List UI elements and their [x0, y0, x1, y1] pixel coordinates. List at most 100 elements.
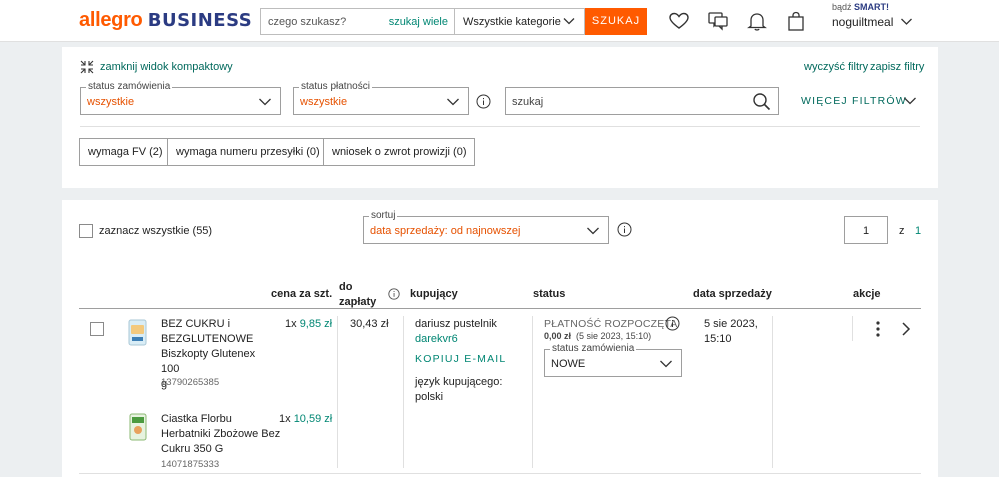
select-all-label: zaznacz wszystkie (55) [99, 225, 213, 237]
copy-email-button[interactable]: KOPIUJ E-MAIL [415, 353, 506, 365]
messages-icon[interactable] [707, 10, 729, 32]
payment-status-value: wszystkie [300, 96, 348, 108]
sale-date-line1: 5 sie 2023, [704, 318, 758, 330]
page-current: 1 [862, 225, 870, 237]
column-divider [772, 316, 773, 468]
item-unit-price-1: 9,85 zł [299, 318, 333, 330]
product-thumbnail-2[interactable] [129, 413, 147, 441]
item-price-1: 1x 9,85 zł [285, 317, 332, 332]
order-status-row-label: status zamówienia [550, 343, 637, 354]
item-price-2: 1x 10,59 zł [279, 412, 332, 427]
item-qty-2: 1x [279, 413, 291, 425]
payment-status-label: status płatności [299, 81, 372, 92]
page-total-link[interactable]: 1 [915, 224, 921, 239]
page-number-input[interactable]: 1 [844, 216, 888, 244]
column-divider [852, 316, 853, 341]
chevron-down-icon [587, 227, 599, 235]
buyer-login-link[interactable]: darekvr6 [415, 332, 458, 347]
clear-filters-link[interactable]: wyczyść filtry [804, 61, 868, 73]
save-filters-link[interactable]: zapisz filtry [870, 61, 924, 73]
info-icon[interactable] [617, 222, 632, 237]
item-unit-price-2: 10,59 zł [293, 413, 333, 425]
search-many-link[interactable]: szukaj wiele [389, 16, 448, 28]
product-id-1: 13790265385 [161, 377, 220, 388]
sale-date-line2: 15:10 [704, 333, 732, 345]
select-all-checkbox[interactable] [79, 224, 93, 238]
product-name-1-line1: BEZ CUKRU i [161, 318, 231, 330]
search-icon[interactable] [752, 92, 771, 111]
smart-prefix: bądź [832, 2, 852, 12]
chevron-down-icon [563, 18, 575, 25]
row-divider [79, 473, 921, 474]
heart-icon[interactable] [668, 10, 690, 32]
top-header: allegro BUSINESS czego szukasz? szukaj w… [0, 0, 999, 42]
smart-promo[interactable]: bądź SMART! [832, 2, 889, 12]
more-filters-button[interactable]: WIĘCEJ FILTRÓW [801, 95, 907, 107]
search-placeholder: czego szukasz? [268, 16, 347, 28]
product-name-1-line2: BEZGLUTENOWE [161, 333, 254, 345]
logo-business-text: BUSINESS [147, 10, 253, 31]
product-thumbnail-1[interactable] [128, 319, 147, 346]
product-name-2-line1: Ciastka Florbu [161, 413, 232, 425]
logo-allegro-text: allegro [79, 9, 143, 31]
payment-status-text: PŁATNOŚĆ ROZPOCZĘTA [544, 318, 678, 330]
cart-bag-icon[interactable] [785, 10, 807, 32]
filter-search-input[interactable]: szukaj [505, 87, 779, 115]
page-of-label: z [899, 225, 905, 237]
smart-label: SMART! [854, 2, 890, 12]
search-button[interactable]: SZUKAJ [585, 8, 647, 35]
username[interactable]: noguiltmeal [832, 15, 893, 29]
search-input[interactable]: czego szukasz? szukaj wiele [260, 8, 454, 35]
sort-select[interactable]: sortuj data sprzedaży: od najnowszej [363, 210, 609, 244]
allegro-business-logo[interactable]: allegro BUSINESS [79, 9, 252, 32]
order-status-select[interactable]: status zamówienia wszystkie [80, 81, 281, 115]
payment-amount-line: 0,00 zł (5 sie 2023, 15:10) [544, 331, 651, 341]
filters-divider [80, 126, 920, 127]
filters-panel: zamknij widok kompaktowy wyczyść filtry … [62, 47, 938, 188]
chip-commission-refund[interactable]: wniosek o zwrot prowizji (0) [323, 138, 476, 166]
item-qty-1: 1x [285, 318, 297, 330]
column-divider [532, 316, 533, 468]
bell-icon[interactable] [746, 10, 768, 32]
chevron-down-icon [259, 98, 271, 106]
payment-status-select[interactable]: status płatności wszystkie [293, 81, 469, 115]
column-buyer: kupujący [410, 288, 458, 300]
buyer-language-value: polski [415, 391, 444, 403]
more-actions-icon[interactable] [872, 320, 884, 338]
order-status-row-value: NOWE [551, 358, 586, 370]
filter-search-placeholder: szukaj [512, 96, 544, 108]
payment-date: (5 sie 2023, 15:10) [576, 331, 652, 341]
product-name-1-line3: Biszkopty Glutenex 100 [161, 348, 256, 375]
column-to-pay: do zapłaty [339, 280, 376, 310]
product-name-2-line2: Herbatniki Zbożowe Bez [161, 428, 281, 440]
order-row-checkbox[interactable] [90, 322, 104, 336]
info-icon[interactable] [476, 94, 491, 109]
buyer-language-label: język kupującego: [415, 376, 503, 388]
order-status-row-select[interactable]: status zamówienia NOWE [544, 343, 682, 377]
column-divider [337, 316, 338, 468]
column-divider [403, 316, 404, 468]
orders-panel: zaznacz wszystkie (55) sortuj data sprze… [62, 200, 938, 477]
sort-value: data sprzedaży: od najnowszej [370, 225, 521, 237]
column-status: status [533, 288, 566, 300]
product-name-2[interactable]: Ciastka Florbu Herbatniki Zbożowe Bez Cu… [161, 412, 281, 457]
sort-label: sortuj [369, 210, 398, 221]
chevron-down-icon [447, 98, 459, 106]
user-menu-chevron-icon[interactable] [900, 15, 913, 28]
column-sale-date: data sprzedaży [693, 288, 772, 300]
chip-requires-tracking[interactable]: wymaga numeru przesyłki (0) [167, 138, 329, 166]
collapse-icon[interactable] [80, 60, 94, 74]
info-icon[interactable] [665, 316, 680, 331]
order-status-label: status zamówienia [86, 81, 173, 92]
collapse-compact-link[interactable]: zamknij widok kompaktowy [100, 61, 233, 73]
column-to-pay-line1: do [339, 281, 353, 293]
chevron-down-icon[interactable] [903, 94, 917, 108]
info-icon[interactable] [388, 288, 400, 300]
chip-requires-invoice[interactable]: wymaga FV (2) [79, 138, 172, 166]
column-to-pay-line2: zapłaty [339, 296, 377, 308]
category-value: Wszystkie kategorie [463, 16, 561, 28]
chevron-right-icon[interactable] [900, 321, 912, 337]
product-id-2: 14071875333 [161, 459, 220, 470]
buyer-name: dariusz pustelnik [415, 318, 497, 330]
category-select[interactable]: Wszystkie kategorie [454, 8, 585, 35]
